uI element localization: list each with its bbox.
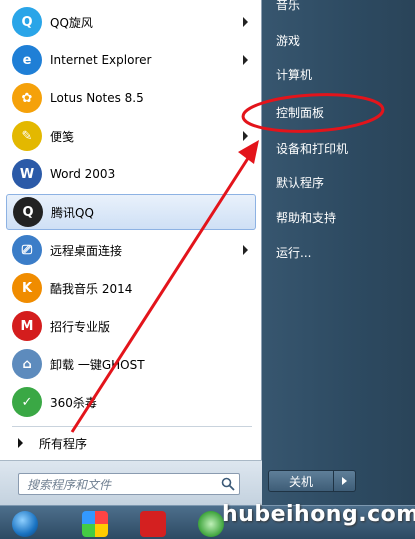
cmb-bank-icon: M [12,311,42,341]
start-menu-right-panel: 音乐游戏计算机控制面板设备和打印机 默认程序帮助和支持运行... [262,0,415,505]
search-bar-area: 搜索程序和文件 [0,460,262,505]
lotus-notes-icon: ✿ [12,83,42,113]
submenu-arrow-icon[interactable] [243,131,248,141]
arrow-right-icon [18,438,23,448]
submenu-arrow-icon[interactable] [243,17,248,27]
program-item[interactable]: Q 腾讯QQ [6,194,256,230]
program-label: Word 2003 [50,167,116,181]
taskbar-app-icon[interactable] [198,511,224,537]
watermark-text: hubeihong.com [222,502,415,527]
program-item[interactable]: K 酷我音乐 2014 [6,270,256,306]
word-icon: W [12,159,42,189]
program-label: Internet Explorer [50,53,152,67]
program-label: 远程桌面连接 [50,243,123,258]
right-item-label: 游戏 [276,33,301,48]
taskbar-app-icon[interactable] [82,511,108,537]
search-icon[interactable] [221,477,235,491]
program-item[interactable]: e Internet Explorer [6,42,256,78]
program-label: 卸载 一键GHOST [50,357,145,372]
tencent-qq-icon: Q [13,197,43,227]
360-antivirus-icon: ✓ [12,387,42,417]
right-item-music[interactable]: 音乐 [272,0,407,18]
start-menu-programs-panel: Q QQ旋风 e Internet Explorer ✿ Lotus Notes 8.5 ✎… [0,0,262,505]
program-item[interactable]: M 招行专业版 [6,308,256,344]
right-item-computer[interactable]: 计算机 [272,60,407,88]
program-label: 便笺 [50,129,75,144]
right-item-label: 帮助和支持 [276,210,337,225]
right-item-label: 默认程序 [276,175,325,190]
search-placeholder: 搜索程序和文件 [27,477,112,492]
sticky-notes-icon: ✎ [12,121,42,151]
menu-separator [12,426,252,427]
all-programs-label: 所有程序 [39,436,88,451]
right-item-run[interactable]: 运行... [272,238,407,266]
right-item-label: 计算机 [276,67,313,82]
program-item[interactable]: ✿ Lotus Notes 8.5 [6,80,256,116]
right-item-control-panel[interactable]: 控制面板 [272,98,407,126]
program-label: 酷我音乐 2014 [50,281,133,296]
program-label: QQ旋风 [50,15,93,30]
uninstall-ghost-icon: ⌂ [12,349,42,379]
program-label: 360杀毒 [50,395,97,410]
program-item[interactable]: ⎚ 远程桌面连接 [6,232,256,268]
program-item[interactable]: ⌂ 卸载 一键GHOST [6,346,256,382]
all-programs-button[interactable]: 所有程序 [6,430,256,456]
program-label: Lotus Notes 8.5 [50,91,144,105]
search-input[interactable]: 搜索程序和文件 [18,473,240,495]
taskbar-app-icon[interactable] [140,511,166,537]
right-item-games[interactable]: 游戏 [272,26,407,54]
right-item-label: 运行... [276,245,312,260]
kuwo-music-icon: K [12,273,42,303]
shutdown-label: 关机 [288,474,313,489]
right-item-label: 设备和打印机 [276,141,349,156]
right-item-devices-printers[interactable]: 设备和打印机 [272,134,407,162]
shutdown-options-button[interactable] [334,470,356,492]
shutdown-button[interactable]: 关机 [268,470,334,492]
program-label: 招行专业版 [50,319,111,334]
start-orb-icon[interactable] [12,511,38,537]
right-item-help-support[interactable]: 帮助和支持 [272,203,407,231]
program-item[interactable]: Q QQ旋风 [6,4,256,40]
qq-cyclone-icon: Q [12,7,42,37]
arrow-right-icon [342,477,347,485]
program-item[interactable]: W Word 2003 [6,156,256,192]
right-item-label: 音乐 [276,0,301,12]
submenu-arrow-icon[interactable] [243,245,248,255]
right-item-default-programs[interactable]: 默认程序 [272,168,407,196]
remote-desktop-icon: ⎚ [12,235,42,265]
program-label: 腾讯QQ [51,205,94,220]
program-item[interactable]: ✓ 360杀毒 [6,384,256,420]
right-item-label: 控制面板 [276,105,325,120]
submenu-arrow-icon[interactable] [243,55,248,65]
program-item[interactable]: ✎ 便笺 [6,118,256,154]
internet-explorer-icon: e [12,45,42,75]
